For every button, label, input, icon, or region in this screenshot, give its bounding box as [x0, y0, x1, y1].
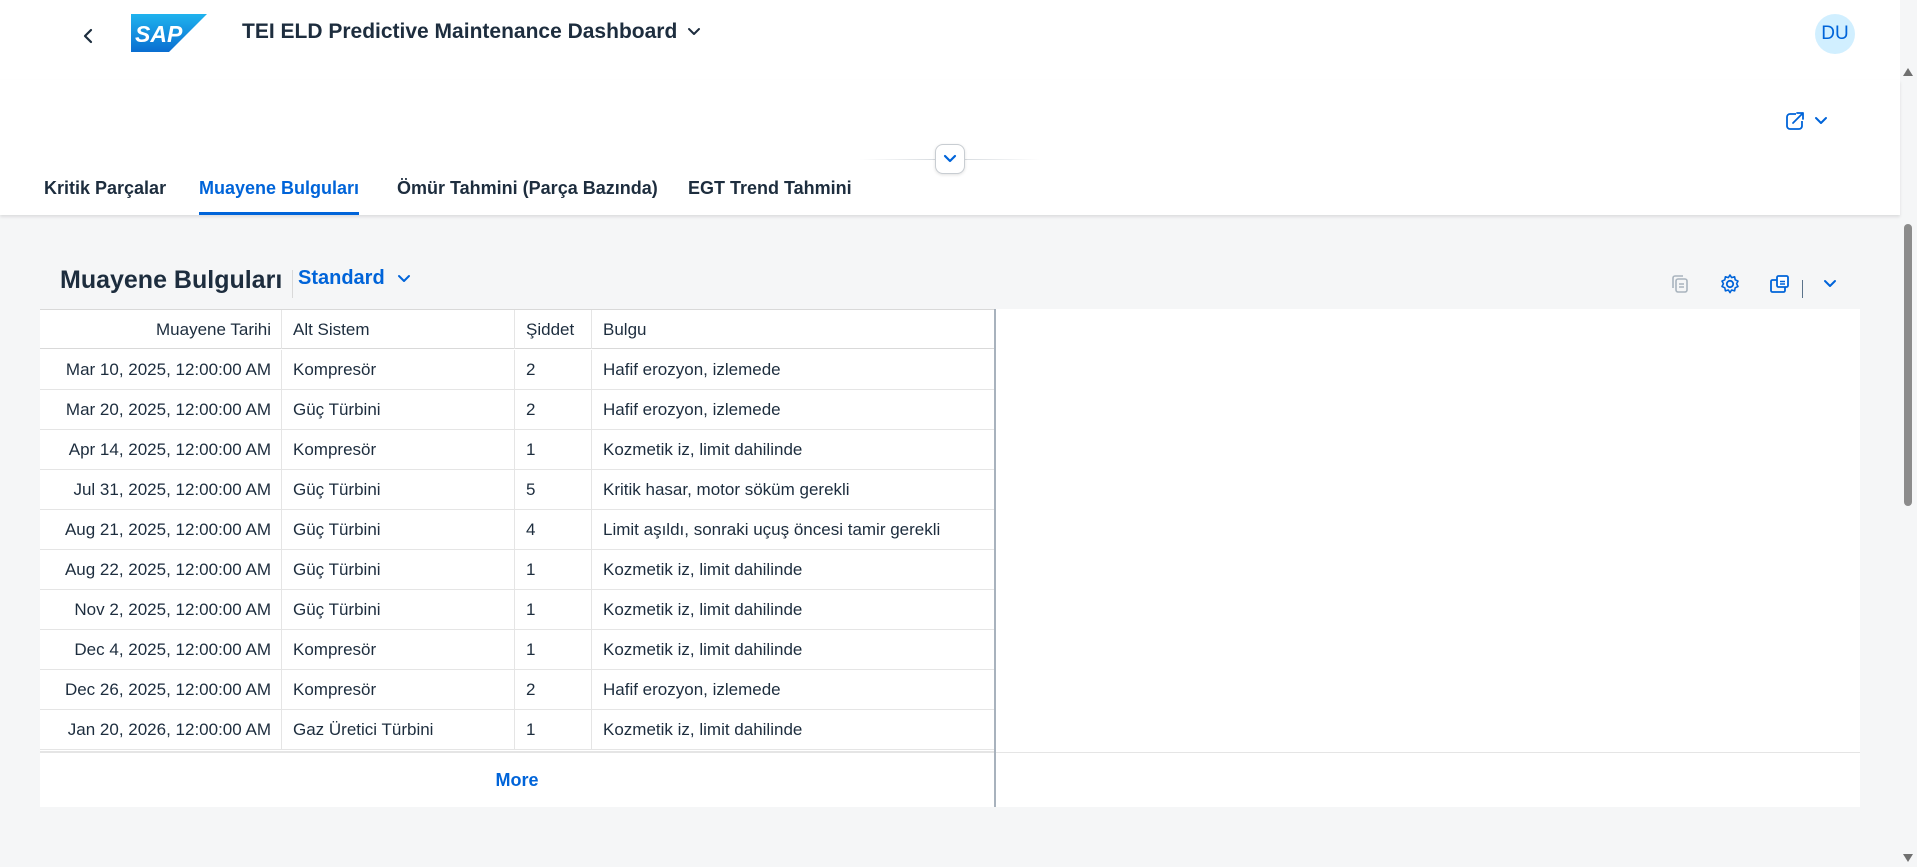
column-header-finding[interactable]: Bulgu: [593, 310, 994, 349]
svg-text:SAP: SAP: [135, 21, 183, 47]
tab-kritik-parcalar[interactable]: Kritik Parçalar: [44, 176, 166, 215]
column-header-subsystem[interactable]: Alt Sistem: [283, 310, 515, 349]
cell-severity: 1: [516, 550, 592, 589]
cell-finding: Hafif erozyon, izlemede: [603, 360, 781, 379]
export-menu-button[interactable]: [1816, 270, 1844, 298]
copy-icon: [1672, 275, 1688, 293]
settings-button[interactable]: [1716, 270, 1744, 298]
cell-severity: 2: [516, 670, 592, 709]
chevron-down-icon: [397, 274, 410, 282]
table-panel: Muayene Tarihi Alt Sistem Şiddet Bulgu M…: [40, 309, 1860, 807]
cell-subsystem: Güç Türbini: [283, 390, 515, 429]
cell-date: Mar 10, 2025, 12:00:00 AM: [40, 350, 282, 389]
cell-severity: 1: [516, 430, 592, 469]
gear-icon: [1721, 274, 1739, 294]
cell-date: Aug 21, 2025, 12:00:00 AM: [40, 510, 282, 549]
variant-selector[interactable]: Standard: [298, 267, 411, 290]
table-row[interactable]: Apr 14, 2025, 12:00:00 AM Kompresör 1 Kozme…: [40, 430, 994, 470]
app-title: TEI ELD Predictive Maintenance Dashboard: [242, 20, 678, 43]
cell-date: Nov 2, 2025, 12:00:00 AM: [40, 590, 282, 629]
table-row[interactable]: Aug 21, 2025, 12:00:00 AM Güç Türbini 4 Lim…: [40, 510, 994, 550]
copy-button[interactable]: [1666, 270, 1694, 298]
shell-bar: SAP TEI ELD Predictive Maintenance Dashb…: [0, 0, 1900, 80]
cell-finding: Kozmetik iz, limit dahilinde: [603, 600, 803, 619]
cell-finding: Kozmetik iz, limit dahilinde: [603, 560, 803, 579]
cell-subsystem: Kompresör: [283, 670, 515, 709]
inspection-table: Muayene Tarihi Alt Sistem Şiddet Bulgu M…: [40, 309, 996, 807]
cell-subsystem: Güç Türbini: [283, 590, 515, 629]
export-button[interactable]: [1766, 270, 1794, 298]
cell-date: Jan 20, 2026, 12:00:00 AM: [40, 710, 282, 749]
cell-date: Dec 26, 2025, 12:00:00 AM: [40, 670, 282, 709]
cell-severity: 1: [516, 630, 592, 669]
table-actions: [1666, 270, 1856, 298]
scroll-thumb[interactable]: [1904, 224, 1912, 506]
scroll-up-arrow[interactable]: [1903, 68, 1913, 76]
more-button[interactable]: More: [40, 751, 994, 807]
cell-subsystem: Güç Türbini: [283, 470, 515, 509]
cell-finding: Kozmetik iz, limit dahilinde: [603, 720, 803, 739]
back-button[interactable]: [72, 20, 104, 52]
cell-severity: 2: [516, 390, 592, 429]
cell-severity: 4: [516, 510, 592, 549]
table-header-row: Muayene Tarihi Alt Sistem Şiddet Bulgu: [40, 309, 994, 349]
column-header-severity[interactable]: Şiddet: [516, 310, 592, 349]
panel-divider: [996, 752, 1860, 753]
app-title-menu[interactable]: TEI ELD Predictive Maintenance Dashboard: [242, 20, 701, 44]
column-header-date[interactable]: Muayene Tarihi: [40, 310, 282, 349]
table-row[interactable]: Dec 26, 2025, 12:00:00 AM Kompresör 2 Hafif…: [40, 670, 994, 710]
scroll-down-arrow[interactable]: [1903, 854, 1913, 862]
tab-muayene-bulgulari[interactable]: Muayene Bulguları: [199, 176, 360, 215]
cell-subsystem: Güç Türbini: [283, 510, 515, 549]
cell-date: Jul 31, 2025, 12:00:00 AM: [40, 470, 282, 509]
tab-omur-tahmini[interactable]: Ömür Tahmini (Parça Bazında): [397, 176, 658, 215]
cell-severity: 5: [516, 470, 592, 509]
table-toolbar: Muayene Bulguları Standard: [40, 262, 1860, 304]
page-scrollbar[interactable]: [1900, 62, 1917, 867]
cell-date: Mar 20, 2025, 12:00:00 AM: [40, 390, 282, 429]
cell-subsystem: Güç Türbini: [283, 550, 515, 589]
cell-severity: 1: [516, 590, 592, 629]
cell-finding: Kozmetik iz, limit dahilinde: [603, 440, 803, 459]
cell-severity: 1: [516, 710, 592, 749]
chevron-down-icon: [1815, 117, 1827, 124]
table-row[interactable]: Dec 4, 2025, 12:00:00 AM Kompresör 1 Kozmet…: [40, 630, 994, 670]
cell-subsystem: Gaz Üretici Türbini: [283, 710, 515, 749]
toolbar-separator: [1802, 280, 1803, 298]
cell-finding: Kritik hasar, motor söküm gerekli: [603, 480, 850, 499]
cell-finding: Limit aşıldı, sonraki uçuş öncesi tamir …: [603, 520, 941, 539]
chevron-left-icon: [83, 28, 93, 44]
cell-finding: Hafif erozyon, izlemede: [603, 680, 781, 699]
chevron-down-icon: [1824, 280, 1836, 287]
cell-date: Aug 22, 2025, 12:00:00 AM: [40, 550, 282, 589]
table-row[interactable]: Nov 2, 2025, 12:00:00 AM Güç Türbini 1 Kozm…: [40, 590, 994, 630]
cell-date: Apr 14, 2025, 12:00:00 AM: [40, 430, 282, 469]
table-row[interactable]: Mar 20, 2025, 12:00:00 AM Güç Türbini 2 Haf…: [40, 390, 994, 430]
tab-egt-trend-tahmini[interactable]: EGT Trend Tahmini: [688, 176, 852, 215]
cell-severity: 2: [516, 350, 592, 389]
object-page-header: Kritik Parçalar Muayene Bulguları Ömür T…: [0, 80, 1900, 215]
share-icon: [1786, 112, 1804, 130]
table-title: Muayene Bulguları: [60, 266, 283, 294]
variant-label: Standard: [298, 267, 385, 289]
cell-subsystem: Kompresör: [283, 350, 515, 389]
cell-subsystem: Kompresör: [283, 630, 515, 669]
share-menu-button[interactable]: [1784, 110, 1828, 132]
collapse-header-button[interactable]: [935, 144, 965, 174]
cell-finding: Kozmetik iz, limit dahilinde: [603, 640, 803, 659]
table-row[interactable]: Mar 10, 2025, 12:00:00 AM Kompresör 2 Hafif…: [40, 350, 994, 390]
cell-finding: Hafif erozyon, izlemede: [603, 400, 781, 419]
avatar[interactable]: DU: [1815, 14, 1855, 54]
chevron-down-icon: [688, 28, 701, 35]
export-icon: [1770, 275, 1789, 293]
avatar-initials: DU: [1821, 23, 1849, 44]
toolbar-divider: [292, 270, 293, 298]
table-row[interactable]: Jul 31, 2025, 12:00:00 AM Güç Türbini 5 Kri…: [40, 470, 994, 510]
cell-date: Dec 4, 2025, 12:00:00 AM: [40, 630, 282, 669]
table-row[interactable]: Aug 22, 2025, 12:00:00 AM Güç Türbini 1 Koz…: [40, 550, 994, 590]
sap-logo: SAP: [131, 14, 207, 57]
table-row[interactable]: Jan 20, 2026, 12:00:00 AM Gaz Üretici Tür…: [40, 710, 994, 750]
cell-subsystem: Kompresör: [283, 430, 515, 469]
chevron-down-icon: [943, 154, 957, 163]
